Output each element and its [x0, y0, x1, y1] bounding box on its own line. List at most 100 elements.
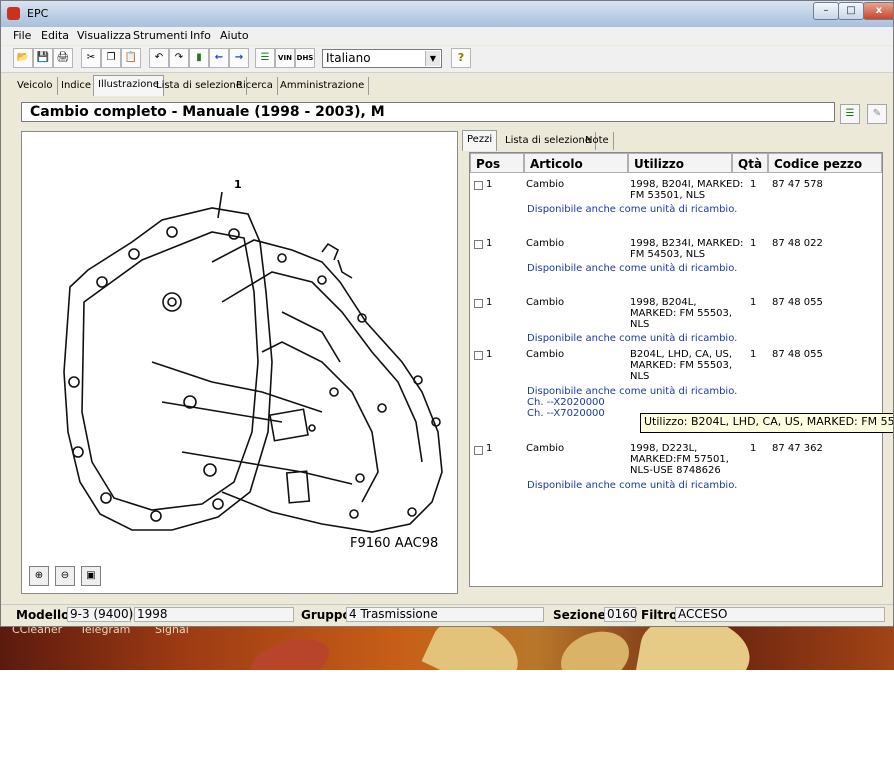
window-title: EPC	[27, 7, 49, 20]
help-button[interactable]: ?	[451, 48, 471, 68]
row-chassis-note: Ch. --X2020000	[527, 397, 605, 408]
fit-icon[interactable]: ▣	[81, 566, 101, 586]
vin-button[interactable]: VIN	[275, 48, 295, 68]
menu-edita[interactable]: Edita	[41, 29, 69, 42]
leaf-image	[634, 627, 756, 670]
page-forward-icon[interactable]: ↷	[169, 48, 189, 68]
desktop-wallpaper: CCleaner Telegram Signal	[0, 627, 894, 670]
row-qta: 1	[750, 443, 757, 454]
close-button[interactable]: x	[863, 2, 893, 20]
zoom-in-icon[interactable]: ⊕	[29, 566, 49, 586]
row-utilizzo: FM 53501, NLS	[630, 190, 706, 201]
row-pos: 1	[486, 349, 493, 360]
illustration-panel: 1 F9160 AAC98 ⊕ ⊖ ▣	[21, 131, 458, 594]
page-back-icon[interactable]: ↶	[149, 48, 169, 68]
row-pos: 1	[486, 238, 493, 249]
dhs-button[interactable]: DHS	[295, 48, 315, 68]
sezione-value: 0160	[604, 607, 638, 622]
cut-icon[interactable]: ✂	[81, 48, 101, 68]
copy-icon[interactable]: ❐	[101, 48, 121, 68]
row-utilizzo: NLS	[630, 371, 650, 382]
row-articolo: Cambio	[526, 238, 565, 249]
gruppo-label: Gruppo	[301, 608, 351, 622]
menu-aiuto[interactable]: Aiuto	[220, 29, 249, 42]
title-bar: EPC – □ x	[1, 1, 893, 27]
leaf-image	[553, 627, 637, 670]
tab-indice[interactable]: Indice	[57, 77, 97, 95]
row-checkbox[interactable]	[474, 299, 483, 308]
row-utilizzo: NLS-USE 8748626	[630, 465, 721, 476]
col-codice-pezzo[interactable]: Codice pezzo	[768, 153, 882, 173]
tab-amministrazione[interactable]: Amministrazione	[276, 77, 370, 95]
menu-visualizza[interactable]: Visualizza	[77, 29, 131, 42]
figure-code: F9160 AAC98	[350, 536, 439, 551]
col-qta[interactable]: Qtà	[732, 153, 768, 173]
menu-info[interactable]: Info	[190, 29, 211, 42]
col-pos[interactable]: Pos	[470, 153, 524, 173]
save-icon[interactable]: 💾	[33, 48, 53, 68]
row-checkbox[interactable]	[474, 240, 483, 249]
row-note: Disponibile anche come unità di ricambio…	[527, 263, 738, 274]
row-pos: 1	[486, 179, 493, 190]
app-icon	[7, 7, 20, 20]
language-select[interactable]: Italiano ▼	[322, 49, 442, 68]
language-value: Italiano	[326, 51, 371, 65]
desktop-icon-label[interactable]: CCleaner	[12, 627, 62, 636]
year-value: 1998	[134, 607, 294, 622]
arrow-right-icon[interactable]: →	[229, 48, 249, 68]
row-qta: 1	[750, 179, 757, 190]
bookmark-icon[interactable]: ▮	[189, 48, 209, 68]
row-checkbox[interactable]	[474, 351, 483, 360]
sezione-label: Sezione	[553, 608, 606, 622]
row-utilizzo: FM 54503, NLS	[630, 249, 706, 260]
desktop-icon-label[interactable]: Signal	[155, 627, 189, 636]
page-title: Cambio completo - Manuale (1998 - 2003),…	[21, 102, 835, 122]
zoom-out-icon[interactable]: ⊖	[55, 566, 75, 586]
row-checkbox[interactable]	[474, 446, 483, 455]
minimize-button[interactable]: –	[813, 2, 839, 20]
tab-pezzi[interactable]: Pezzi	[462, 130, 498, 151]
col-utilizzo[interactable]: Utilizzo	[628, 153, 732, 173]
menu-strumenti[interactable]: Strumenti	[133, 29, 188, 42]
chevron-down-icon[interactable]: ▼	[425, 51, 440, 66]
leaf-image	[421, 627, 529, 670]
edit-note-icon[interactable]: ✎	[867, 104, 887, 124]
status-bar: Modello 9-3 (9400) 1998 Gruppo 4 Trasmis…	[1, 604, 893, 625]
leaf-image	[246, 631, 334, 670]
toolbar: 📂 💾 🖨 ✂ ❐ 📋 ↶ ↷ ▮ ← → ☰ VIN DHS Italiano…	[1, 46, 893, 73]
tab-ricerca[interactable]: Ricerca	[232, 77, 278, 95]
desktop-icon-label[interactable]: Telegram	[80, 627, 130, 636]
row-articolo: Cambio	[526, 443, 565, 454]
parts-table: Pos Articolo Utilizzo Qtà Codice pezzo 1…	[469, 152, 883, 587]
row-codice: 87 47 362	[772, 443, 823, 454]
open-folder-icon[interactable]: 📂	[13, 48, 33, 68]
row-qta: 1	[750, 349, 757, 360]
modello-value: 9-3 (9400)	[67, 607, 133, 622]
row-codice: 87 48 055	[772, 349, 823, 360]
menu-file[interactable]: File	[13, 29, 31, 42]
row-pos: 1	[486, 443, 493, 454]
row-articolo: Cambio	[526, 179, 565, 190]
modello-label: Modello	[16, 608, 70, 622]
filtro-value: ACCESO	[675, 607, 885, 622]
row-utilizzo: NLS	[630, 319, 650, 330]
list-select-side-icon[interactable]: ☰	[840, 104, 860, 124]
list-select-icon[interactable]: ☰	[255, 48, 275, 68]
row-articolo: Cambio	[526, 297, 565, 308]
gearbox-illustration	[63, 191, 443, 533]
row-pos: 1	[486, 297, 493, 308]
row-note: Disponibile anche come unità di ricambio…	[527, 333, 738, 344]
filtro-label: Filtro	[641, 608, 678, 622]
arrow-left-icon[interactable]: ←	[209, 48, 229, 68]
tab-note[interactable]: Note	[581, 132, 614, 150]
row-codice: 87 48 055	[772, 297, 823, 308]
menu-bar: File Edita Visualizza Strumenti Info Aiu…	[1, 27, 893, 45]
col-articolo[interactable]: Articolo	[524, 153, 628, 173]
row-note: Disponibile anche come unità di ricambio…	[527, 204, 738, 215]
row-codice: 87 48 022	[772, 238, 823, 249]
maximize-button[interactable]: □	[838, 2, 864, 20]
print-icon[interactable]: 🖨	[53, 48, 73, 68]
tab-veicolo[interactable]: Veicolo	[13, 77, 58, 95]
row-checkbox[interactable]	[474, 181, 483, 190]
paste-icon[interactable]: 📋	[121, 48, 141, 68]
